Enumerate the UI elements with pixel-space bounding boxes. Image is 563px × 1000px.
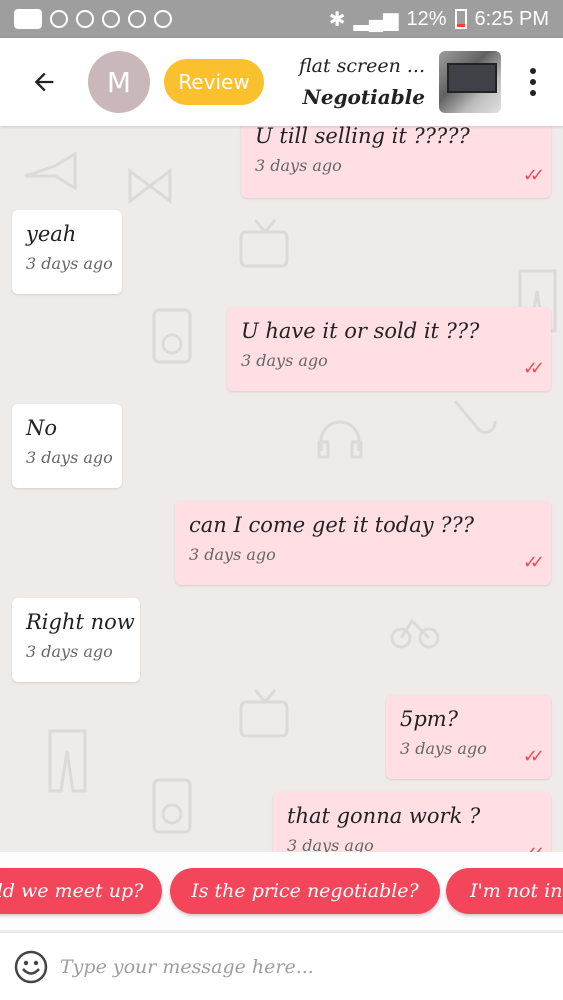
listing-price: Negotiable: [302, 85, 425, 109]
message-input[interactable]: [60, 955, 530, 978]
listing-info[interactable]: flat screen ... Negotiable: [299, 55, 425, 109]
hangouts-notification-icon: [50, 10, 68, 28]
back-button[interactable]: [14, 52, 74, 112]
message-text: 5pm?: [400, 707, 458, 731]
chrome-notification-icon: [102, 10, 120, 28]
system-indicators: ✱ ▂▄▆ 12% 6:25 PM: [329, 7, 549, 32]
double-check-icon: ✓✓: [522, 746, 545, 767]
message-bubble-incoming[interactable]: Right now 3 days ago: [12, 598, 140, 682]
pants-doodle-icon-2: [48, 729, 87, 793]
ipod-doodle-icon: [152, 308, 192, 364]
emoji-icon[interactable]: [14, 950, 48, 984]
message-timestamp: 3 days ago: [400, 739, 487, 758]
battery-percent: 12%: [406, 7, 447, 30]
message-text: U till selling it ?????: [255, 126, 470, 148]
message-list[interactable]: U till selling it ????? 3 days ago ✓✓ ye…: [0, 126, 563, 852]
messages-notification-icon: [14, 9, 42, 29]
ipod-doodle-icon-2: [152, 778, 192, 834]
review-button[interactable]: Review: [164, 59, 264, 105]
message-text: No: [26, 416, 58, 440]
message-text: U have it or sold it ???: [241, 319, 480, 343]
bicycle-doodle-icon: [390, 618, 440, 649]
message-text: can I come get it today ???: [189, 513, 475, 537]
message-timestamp: 3 days ago: [189, 545, 276, 564]
quick-reply-meet-up[interactable]: ld we meet up?: [0, 868, 162, 914]
message-bubble-outgoing[interactable]: U till selling it ????? 3 days ago ✓✓: [241, 126, 551, 198]
message-bubble-incoming[interactable]: yeah 3 days ago: [12, 210, 122, 294]
saxophone-doodle-icon: [453, 400, 497, 434]
message-bubble-incoming[interactable]: No 3 days ago: [12, 404, 122, 488]
message-text: that gonna work ?: [287, 804, 481, 828]
arrow-left-icon: [34, 72, 54, 92]
listing-title: flat screen ...: [298, 55, 425, 77]
double-check-icon: ✓✓: [522, 165, 545, 186]
message-timestamp: 3 days ago: [255, 156, 342, 175]
message-composer: [0, 932, 563, 1000]
bluetooth-icon: ✱: [328, 8, 346, 31]
message-text: Right now: [26, 610, 135, 634]
quick-reply-not-interested[interactable]: I'm not int: [446, 868, 563, 914]
status-bar: ✱ ▂▄▆ 12% 6:25 PM: [0, 0, 563, 38]
headphones-doodle-icon: [317, 420, 363, 459]
message-bubble-outgoing[interactable]: 5pm? 3 days ago ✓✓: [386, 695, 551, 779]
trumpet-doodle-icon: [24, 151, 77, 191]
listing-thumbnail[interactable]: [439, 51, 501, 113]
avatar[interactable]: M: [88, 51, 150, 113]
pinterest-notification-icon: [76, 10, 94, 28]
message-bubble-outgoing[interactable]: that gonna work ? 3 days ago ✓✓: [273, 792, 551, 852]
notification-icons: [14, 9, 172, 29]
voicemail-icon: [154, 10, 172, 28]
chat-header: M Review flat screen ... Negotiable: [0, 38, 563, 126]
quick-replies-bar: ld we meet up? Is the price negotiable? …: [0, 852, 563, 930]
tv-doodle-icon-2: [239, 689, 289, 738]
missed-call-icon: [128, 10, 146, 28]
message-text: yeah: [26, 222, 77, 246]
battery-icon: [454, 9, 467, 29]
message-timestamp: 3 days ago: [26, 254, 113, 273]
tv-doodle-icon: [239, 219, 289, 268]
more-vert-icon: [530, 68, 536, 74]
signal-icon: ▂▄▆: [353, 8, 399, 31]
bowtie-doodle-icon: [128, 168, 172, 204]
message-timestamp: 3 days ago: [241, 351, 328, 370]
message-timestamp: 3 days ago: [287, 836, 374, 852]
message-timestamp: 3 days ago: [26, 642, 113, 661]
double-check-icon: ✓✓: [522, 358, 545, 379]
message-bubble-outgoing[interactable]: U have it or sold it ??? 3 days ago ✓✓: [227, 307, 551, 391]
clock: 6:25 PM: [474, 7, 549, 30]
message-bubble-outgoing[interactable]: can I come get it today ??? 3 days ago ✓…: [175, 501, 551, 585]
more-options-button[interactable]: [521, 68, 545, 96]
quick-reply-price-negotiable[interactable]: Is the price negotiable?: [170, 868, 440, 914]
message-timestamp: 3 days ago: [26, 448, 113, 467]
double-check-icon: ✓✓: [523, 843, 545, 852]
double-check-icon: ✓✓: [522, 552, 545, 573]
